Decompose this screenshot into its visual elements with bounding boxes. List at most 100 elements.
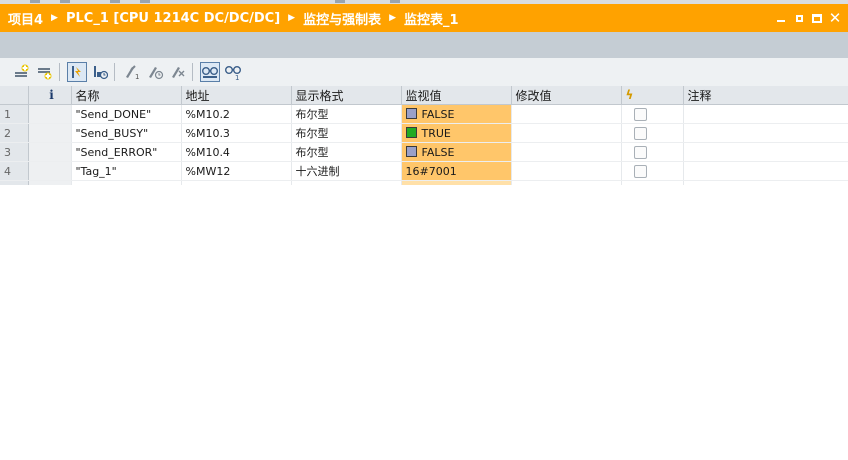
address-cell[interactable]: %M10.2 [181, 104, 292, 124]
address-cell[interactable]: %M10.3 [181, 123, 292, 143]
column-header-monitor-value[interactable]: 监视值 [401, 86, 512, 105]
column-header-modify-value[interactable]: 修改值 [511, 86, 622, 105]
status-led-icon [405, 145, 417, 157]
cut-off-icon [335, 0, 345, 3]
monitor-value-cell: FALSE [401, 142, 512, 162]
info-cell [28, 142, 72, 162]
table-header-row: i 名称 地址 显示格式 监视值 修改值 ϟ 注释 [0, 86, 848, 105]
force-cell [621, 104, 684, 124]
comment-cell[interactable] [683, 161, 848, 181]
name-cell[interactable]: "Tag_1" [71, 161, 182, 181]
table-row[interactable]: 2 "Send_BUSY" %M10.3 布尔型 TRUE [0, 123, 848, 143]
add-row-icon[interactable] [35, 62, 55, 82]
table-row[interactable]: 4 "Tag_1" %MW12 十六进制 16#7001 [0, 161, 848, 181]
table-row[interactable]: 3 "Send_ERROR" %M10.4 布尔型 FALSE [0, 142, 848, 162]
breadcrumb-project[interactable]: 项目4 [8, 9, 43, 28]
display-format-cell[interactable]: 布尔型 [291, 123, 402, 143]
lightning-icon: ϟ [625, 88, 634, 102]
svg-text:1: 1 [135, 73, 139, 80]
row-index: 3 [0, 142, 29, 162]
force-checkbox[interactable] [633, 126, 647, 140]
modify-trigger-icon[interactable] [145, 62, 165, 82]
name-cell[interactable]: "Send_BUSY" [71, 123, 182, 143]
status-led-icon [405, 107, 417, 119]
monitor-value-cell: FALSE [401, 104, 512, 124]
column-header-name[interactable]: 名称 [71, 86, 182, 105]
close-icon[interactable]: ✕ [828, 9, 842, 27]
comment-cell[interactable] [683, 123, 848, 143]
cut-off-icon [60, 0, 70, 3]
toolbar-separator [192, 63, 193, 81]
force-checkbox[interactable] [633, 107, 647, 121]
info-cell [28, 161, 72, 181]
insert-row-icon[interactable] [12, 62, 32, 82]
address-cell[interactable]: %M10.4 [181, 142, 292, 162]
cut-off-icon [30, 0, 40, 3]
window-controls: ✕ [774, 4, 842, 32]
breadcrumb-plc[interactable]: PLC_1 [CPU 1214C DC/DC/DC] [66, 11, 280, 26]
monitor-value-cell: 16#7001 [401, 161, 512, 181]
monitor-value-text: 16#7001 [405, 164, 457, 178]
status-led-icon [405, 126, 417, 138]
info-icon: i [49, 88, 54, 102]
row-index: 2 [0, 123, 29, 143]
force-cell [621, 142, 684, 162]
breadcrumb-watch-force-tables[interactable]: 监控与强制表 [303, 9, 381, 28]
column-header-comment[interactable]: 注释 [683, 86, 848, 105]
modify-once-icon[interactable]: 1 [122, 62, 142, 82]
force-cell [621, 123, 684, 143]
column-header-index [0, 86, 29, 105]
comment-cell[interactable] [683, 142, 848, 162]
monitor-trigger-icon[interactable] [90, 62, 110, 82]
modify-value-cell[interactable] [511, 142, 622, 162]
monitor-now-icon[interactable] [67, 62, 87, 82]
display-format-cell[interactable]: 布尔型 [291, 142, 402, 162]
float-window-icon[interactable] [792, 11, 806, 25]
monitor-value-text: TRUE [421, 126, 451, 140]
table-row[interactable]: 1 "Send_DONE" %M10.2 布尔型 FALSE [0, 104, 848, 124]
monitor-once-icon[interactable]: 1 [223, 62, 243, 82]
column-header-info[interactable]: i [28, 86, 72, 105]
modify-value-cell[interactable] [511, 123, 622, 143]
row-index: 1 [0, 104, 29, 124]
column-header-address[interactable]: 地址 [181, 86, 292, 105]
force-cell [621, 161, 684, 181]
editor-header-strip [0, 32, 848, 58]
column-header-force[interactable]: ϟ [621, 86, 684, 105]
breadcrumb-watch-table[interactable]: 监控表_1 [404, 9, 459, 28]
display-format-cell[interactable]: 十六进制 [291, 161, 402, 181]
monitor-all-icon[interactable] [200, 62, 220, 82]
monitor-value-cell: TRUE [401, 123, 512, 143]
maximize-icon[interactable] [810, 11, 824, 25]
cut-off-icon [140, 0, 150, 3]
info-cell [28, 123, 72, 143]
monitor-value-text: FALSE [421, 107, 455, 121]
column-header-display-format[interactable]: 显示格式 [291, 86, 402, 105]
modify-value-cell[interactable] [511, 104, 622, 124]
name-cell[interactable]: "Send_ERROR" [71, 142, 182, 162]
cut-off-icon [110, 0, 120, 3]
force-checkbox[interactable] [633, 145, 647, 159]
force-checkbox[interactable] [633, 164, 647, 178]
breadcrumb-separator-icon: ▶ [288, 13, 296, 23]
breadcrumb-separator-icon: ▶ [51, 13, 58, 23]
info-cell [28, 104, 72, 124]
cut-off-icon [390, 0, 400, 3]
toolbar-separator [59, 63, 60, 81]
title-bar: 项目4 ▶ PLC_1 [CPU 1214C DC/DC/DC] ▶ 监控与强制… [0, 4, 848, 32]
svg-text:1: 1 [235, 74, 239, 80]
enable-peripheral-icon[interactable] [168, 62, 188, 82]
breadcrumb-separator-icon: ▶ [389, 13, 397, 23]
address-cell[interactable]: %MW12 [181, 161, 292, 181]
watch-table-toolbar: 1 1 [0, 58, 848, 87]
minimize-icon[interactable] [774, 11, 788, 25]
comment-cell[interactable] [683, 104, 848, 124]
toolbar-separator [114, 63, 115, 81]
modify-value-cell[interactable] [511, 161, 622, 181]
table-row-partial [0, 180, 848, 185]
row-index: 4 [0, 161, 29, 181]
watch-table: i 名称 地址 显示格式 监视值 修改值 ϟ 注释 1 "Send_DONE" %M… [0, 86, 848, 185]
display-format-cell[interactable]: 布尔型 [291, 104, 402, 124]
monitor-value-text: FALSE [421, 145, 455, 159]
name-cell[interactable]: "Send_DONE" [71, 104, 182, 124]
